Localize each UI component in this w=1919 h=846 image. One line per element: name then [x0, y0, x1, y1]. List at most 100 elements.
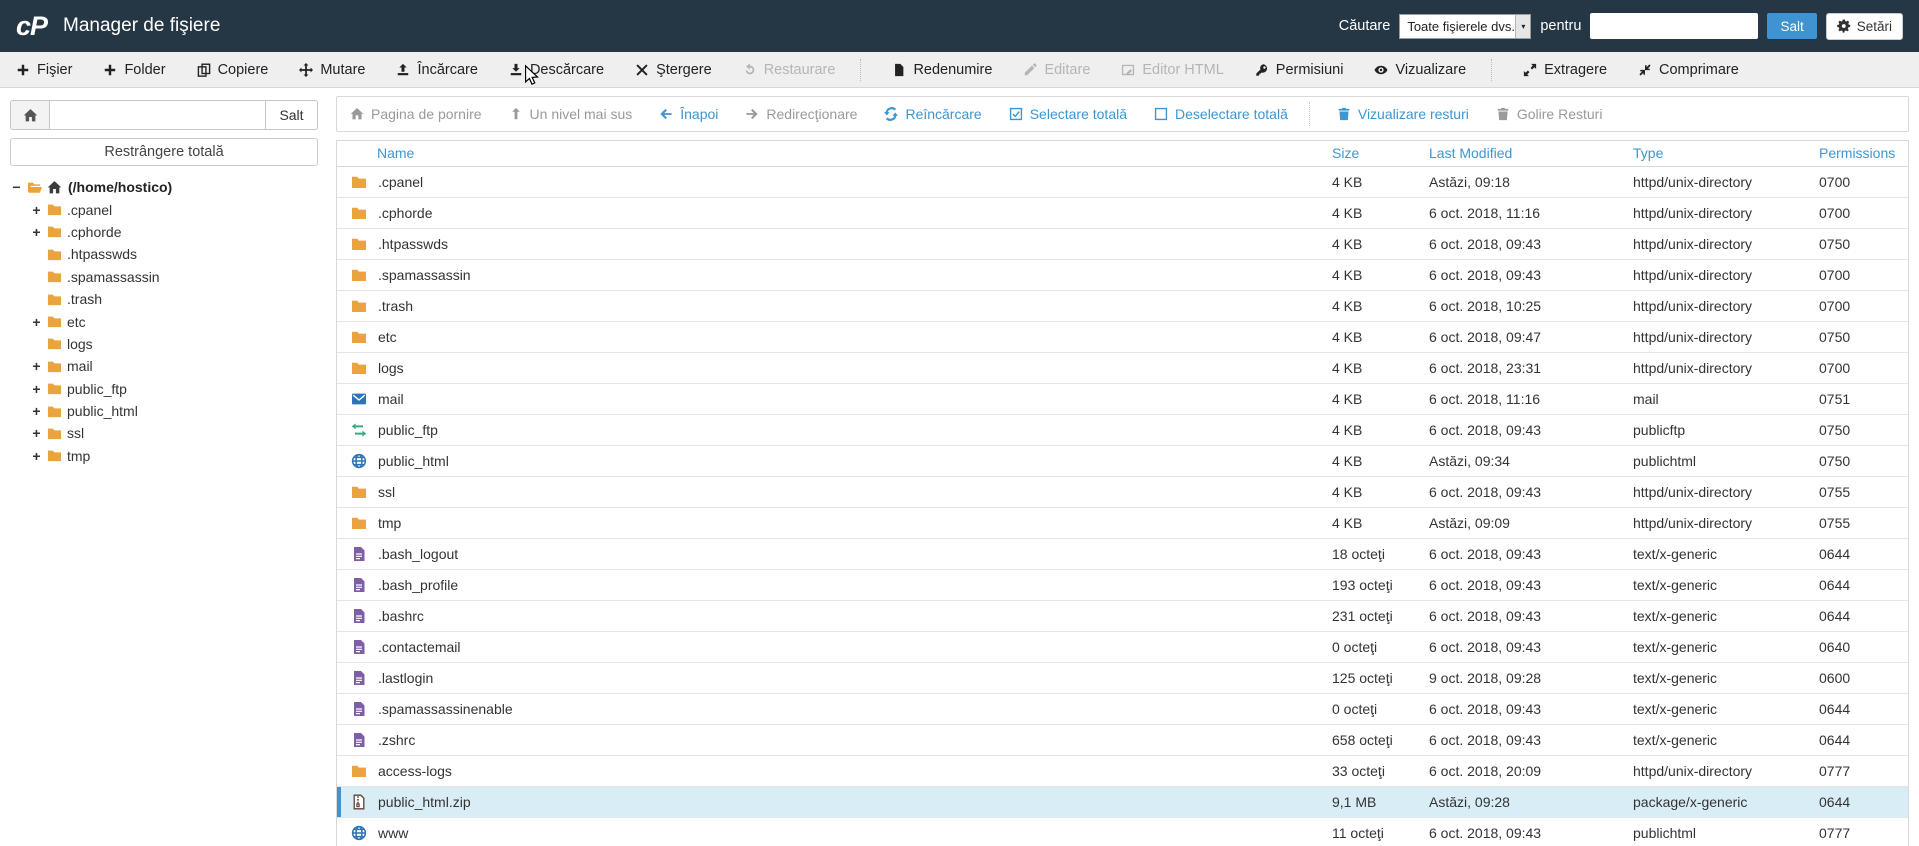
nav-re-nc-rcare[interactable]: Reîncărcare — [884, 106, 981, 122]
tree-item-etc[interactable]: +etc — [10, 310, 318, 332]
file-row-public-html[interactable]: public_html4 KBAstăzi, 09:34publichtml07… — [337, 445, 1908, 476]
file-row-lastlogin[interactable]: .lastlogin125 octeţi9 oct. 2018, 09:28te… — [337, 662, 1908, 693]
tree-item-public-ftp[interactable]: +public_ftp — [10, 378, 318, 400]
nav-vizualizare-resturi[interactable]: Vizualizare resturi — [1337, 106, 1469, 122]
toolbar-comprimare[interactable]: Comprimare — [1638, 62, 1739, 78]
file-row-bashrc[interactable]: .bashrc231 octeţi6 oct. 2018, 09:43text/… — [337, 600, 1908, 631]
file-row-public-ftp[interactable]: public_ftp4 KB6 oct. 2018, 09:43publicft… — [337, 414, 1908, 445]
file-name: ssl — [378, 484, 395, 500]
file-name: .lastlogin — [378, 670, 433, 686]
refresh-icon — [884, 107, 898, 121]
tree-toggle-icon[interactable]: + — [30, 448, 43, 464]
tree-item-trash[interactable]: .trash — [10, 288, 318, 310]
collapse-all-button[interactable]: Restrângere totală — [10, 138, 318, 166]
folder-icon — [47, 292, 62, 307]
file-row-contactemail[interactable]: .contactemail0 octeţi6 oct. 2018, 09:43t… — [337, 631, 1908, 662]
file-row-cphorde[interactable]: .cphorde4 KB6 oct. 2018, 11:16httpd/unix… — [337, 197, 1908, 228]
tree-item-label: mail — [67, 358, 93, 374]
tree-item-cphorde[interactable]: +.cphorde — [10, 221, 318, 243]
file-row-cpanel[interactable]: .cpanel4 KBAstăzi, 09:18httpd/unix-direc… — [337, 166, 1908, 197]
search-scope-select[interactable]: Toate fişierele dvs. ▾ — [1399, 14, 1531, 39]
toolbar-copiere[interactable]: Copiere — [197, 62, 269, 78]
sidebar-go-button[interactable]: Salt — [266, 100, 318, 130]
trash-icon — [1496, 107, 1510, 121]
file-row-ssl[interactable]: ssl4 KB6 oct. 2018, 09:43httpd/unix-dire… — [337, 476, 1908, 507]
nav-selectare-total[interactable]: Selectare totală — [1009, 106, 1127, 122]
column-header-size[interactable]: Size — [1332, 141, 1429, 166]
column-header-last-modified[interactable]: Last Modified — [1429, 141, 1633, 166]
tree-toggle-icon[interactable]: − — [10, 179, 23, 195]
toolbar-permisiuni[interactable]: Permisiuni — [1255, 62, 1344, 78]
file-row-etc[interactable]: etc4 KB6 oct. 2018, 09:47httpd/unix-dire… — [337, 321, 1908, 352]
file-size: 4 KB — [1332, 228, 1429, 259]
column-header-name[interactable]: Name — [337, 141, 1332, 166]
tree-toggle-icon[interactable]: + — [30, 358, 43, 374]
file-row-bash-profile[interactable]: .bash_profile193 octeţi6 oct. 2018, 09:4… — [337, 569, 1908, 600]
toolbar-folder[interactable]: Folder — [103, 62, 165, 78]
toolbar-item-label: Editor HTML — [1142, 62, 1223, 78]
toolbar-nc-rcare[interactable]: Încărcare — [396, 62, 477, 78]
toolbar-desc-rcare[interactable]: Descărcare — [509, 62, 604, 78]
tree-toggle-icon[interactable]: + — [30, 425, 43, 441]
tree-item-home-hostico[interactable]: −(/home/hostico) — [10, 176, 318, 198]
column-header-type[interactable]: Type — [1633, 141, 1819, 166]
extract-icon — [1523, 63, 1537, 77]
file-row-logs[interactable]: logs4 KB6 oct. 2018, 23:31httpd/unix-dir… — [337, 352, 1908, 383]
file-size: 658 octeţi — [1332, 724, 1429, 755]
file-modified: 6 oct. 2018, 11:16 — [1429, 197, 1633, 228]
column-header-permissions[interactable]: Permissions — [1819, 141, 1908, 166]
file-perms: 0644 — [1819, 569, 1908, 600]
file-row-tmp[interactable]: tmp4 KBAstăzi, 09:09httpd/unix-directory… — [337, 507, 1908, 538]
file-row-spamassassinenable[interactable]: .spamassassinenable0 octeţi6 oct. 2018, … — [337, 693, 1908, 724]
tree-item-htpasswds[interactable]: .htpasswds — [10, 243, 318, 265]
tree-toggle-icon[interactable]: + — [30, 403, 43, 419]
tree-toggle-icon[interactable]: + — [30, 224, 43, 240]
sidebar-path-input[interactable] — [50, 100, 266, 130]
file-row-bash-logout[interactable]: .bash_logout18 octeţi6 oct. 2018, 09:43t… — [337, 538, 1908, 569]
file-actions-toolbar: Fişier Folder Copiere Mutare Încărcare Descăr… — [0, 52, 1919, 88]
file-row-access-logs[interactable]: access-logs33 octeţi6 oct. 2018, 20:09ht… — [337, 755, 1908, 786]
file-name: .contactemail — [378, 639, 460, 655]
file-row-public-html-zip[interactable]: public_html.zip9,1 MBAstăzi, 09:28packag… — [337, 786, 1908, 817]
tree-item-logs[interactable]: logs — [10, 333, 318, 355]
toolbar-tergere[interactable]: Ştergere — [635, 62, 712, 78]
file-type: httpd/unix-directory — [1633, 352, 1819, 383]
file-row-spamassassin[interactable]: .spamassassin4 KB6 oct. 2018, 09:43httpd… — [337, 259, 1908, 290]
tree-item-tmp[interactable]: +tmp — [10, 445, 318, 467]
file-row-htpasswds[interactable]: .htpasswds4 KB6 oct. 2018, 09:43httpd/un… — [337, 228, 1908, 259]
tree-item-spamassassin[interactable]: .spamassassin — [10, 266, 318, 288]
file-row-www[interactable]: www11 octeţi6 oct. 2018, 09:43publichtml… — [337, 817, 1908, 846]
search-input[interactable] — [1590, 13, 1758, 39]
nav-napoi[interactable]: Înapoi — [659, 106, 718, 122]
toolbar-vizualizare[interactable]: Vizualizare — [1374, 62, 1466, 78]
file-row-zshrc[interactable]: .zshrc658 octeţi6 oct. 2018, 09:43text/x… — [337, 724, 1908, 755]
toolbar-item-label: Mutare — [320, 62, 365, 78]
tree-item-label: ssl — [67, 425, 84, 441]
search-go-button[interactable]: Salt — [1767, 13, 1816, 39]
file-table: NameSizeLast ModifiedTypePermissions .cp… — [337, 141, 1908, 846]
tree-toggle-icon[interactable]: + — [30, 381, 43, 397]
nav-golire-resturi: Golire Resturi — [1496, 106, 1603, 122]
file-name-cell: .bashrc — [337, 600, 1332, 631]
toolbar-fi-ier[interactable]: Fişier — [16, 62, 72, 78]
tree-toggle-icon[interactable]: + — [30, 314, 43, 330]
toolbar-extragere[interactable]: Extragere — [1523, 62, 1607, 78]
file-name: .bash_logout — [378, 546, 458, 562]
close-icon — [635, 63, 649, 77]
tree-item-ssl[interactable]: + ssl — [10, 422, 318, 444]
sidebar-home-button[interactable] — [10, 100, 50, 130]
tree-item-mail[interactable]: + mail — [10, 355, 318, 377]
folder-icon — [351, 329, 367, 345]
toolbar-item-label: Comprimare — [1659, 62, 1739, 78]
file-row-trash[interactable]: .trash4 KB6 oct. 2018, 10:25httpd/unix-d… — [337, 290, 1908, 321]
tree-toggle-icon[interactable]: + — [30, 202, 43, 218]
file-name-cell: mail — [337, 383, 1332, 414]
tree-item-cpanel[interactable]: +.cpanel — [10, 198, 318, 220]
toolbar-mutare[interactable]: Mutare — [299, 62, 365, 78]
nav-deselectare-total[interactable]: Deselectare totală — [1154, 106, 1288, 122]
tree-item-public-html[interactable]: +public_html — [10, 400, 318, 422]
file-perms: 0600 — [1819, 662, 1908, 693]
toolbar-redenumire[interactable]: Redenumire — [892, 62, 992, 78]
file-row-mail[interactable]: mail4 KB6 oct. 2018, 11:16mail0751 — [337, 383, 1908, 414]
settings-button[interactable]: Setări — [1826, 13, 1903, 40]
